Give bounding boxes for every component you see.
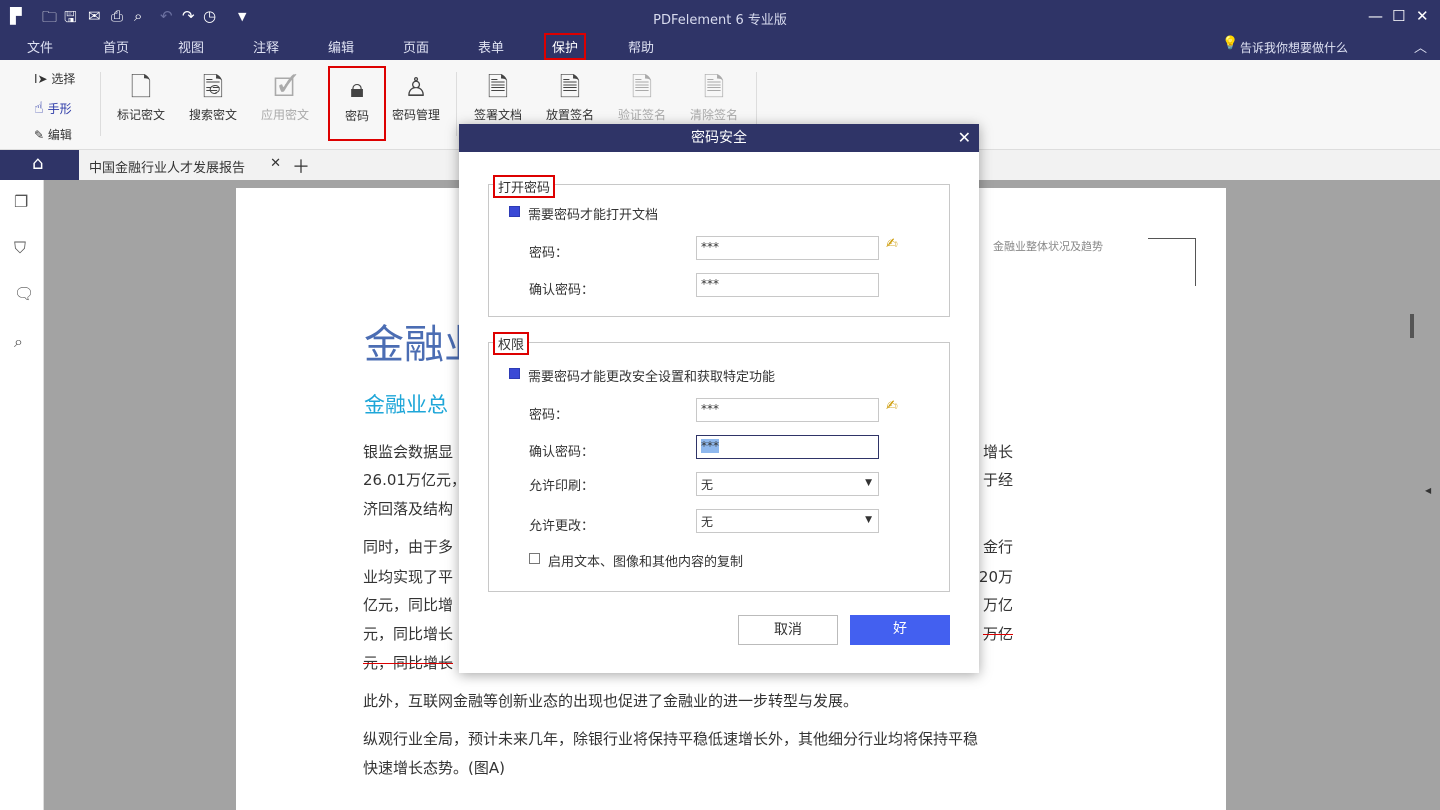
open-password-input[interactable]: ***	[696, 236, 879, 260]
dialog-title: 密码安全	[691, 130, 747, 146]
collapse-right-panel-icon[interactable]: ◀	[1425, 486, 1431, 495]
menu-edit[interactable]: 编辑	[328, 37, 354, 56]
divider	[100, 72, 101, 136]
collapse-ribbon-icon[interactable]: ︿	[1414, 37, 1427, 56]
copy-check-label: 启用文本、图像和其他内容的复制	[548, 551, 743, 570]
perm-password-input[interactable]: ***	[696, 398, 879, 422]
text-line: 快速增长态势。(图A)	[363, 757, 1013, 779]
home-icon[interactable]: ⌂	[32, 153, 43, 174]
title-bar: ▛ 🗀 🖫 ✉ ⎙ ⌕ ↶ ↷ ◷ ▼ PDFelement 6 专业版 — ☐…	[0, 0, 1440, 60]
open-password-checkbox[interactable]	[509, 206, 520, 217]
verify-signature-button[interactable]: 🗎验证签名	[612, 70, 672, 123]
document-icon: 🗋	[111, 70, 171, 106]
menu-page[interactable]: 页面	[403, 37, 429, 56]
print-label: 允许印刷：	[529, 475, 594, 494]
permissions-checkbox[interactable]	[509, 368, 520, 379]
select-icon: I➤	[34, 72, 48, 86]
edit-password-icon[interactable]: ✍	[886, 398, 898, 414]
dropdown-arrow-icon: ▼	[865, 478, 872, 488]
search-icon[interactable]: ⌕	[14, 332, 23, 352]
ok-button[interactable]: 好	[850, 615, 950, 645]
maximize-icon[interactable]: ☐	[1392, 7, 1405, 25]
select-tool[interactable]: I➤ 选择	[34, 70, 75, 87]
open-confirm-input[interactable]: ***	[696, 273, 879, 297]
permissions-legend: 权限	[493, 332, 529, 355]
dialog-header: 密码安全 ✕	[459, 124, 979, 152]
tell-me-search[interactable]: 告诉我你想要做什么	[1240, 39, 1348, 56]
edit-password-icon[interactable]: ✍	[886, 236, 898, 252]
cursor-document-icon: 🗎	[540, 70, 600, 106]
open-password-legend: 打开密码	[493, 175, 555, 198]
perm-password-label: 密码：	[529, 404, 568, 423]
minimize-icon[interactable]: —	[1368, 7, 1383, 25]
check-document-icon: 🗹	[255, 70, 315, 106]
apply-redaction-button[interactable]: 🗹应用密文	[255, 70, 315, 123]
search-document-icon: 🗟	[183, 70, 243, 106]
change-select[interactable]: 无▼	[696, 509, 879, 533]
menu-home[interactable]: 首页	[103, 37, 129, 56]
mark-redaction-button[interactable]: 🗋标记密文	[111, 70, 171, 123]
sign-document-button[interactable]: 🗎签署文档	[468, 70, 528, 123]
open-password-label: 密码：	[529, 242, 568, 261]
menu-protect[interactable]: 保护	[544, 33, 586, 60]
pages-icon[interactable]: ❐	[14, 192, 28, 211]
permissions-check-label: 需要密码才能更改安全设置和获取特定功能	[528, 366, 775, 385]
password-manager-button[interactable]: ♙密码管理	[386, 70, 446, 123]
close-tab-icon[interactable]: ✕	[270, 156, 281, 171]
place-signature-button[interactable]: 🗎放置签名	[540, 70, 600, 123]
lightbulb-icon: 💡	[1222, 36, 1238, 51]
search-redaction-button[interactable]: 🗟搜索密文	[183, 70, 243, 123]
hand-icon: ☝	[34, 98, 44, 117]
eraser-document-icon: 🗎	[684, 70, 744, 106]
cancel-button[interactable]: 取消	[738, 615, 838, 645]
menu-file[interactable]: 文件	[27, 37, 53, 56]
edit-icon: ✎	[34, 128, 44, 142]
text-line: 纵观行业全局，预计未来几年，除银行业将保持平稳低速增长外，其他细分行业均将保持平…	[363, 728, 1013, 750]
edit-tool[interactable]: ✎ 编辑	[34, 126, 72, 143]
menu-view[interactable]: 视图	[178, 37, 204, 56]
page-header: 金融业整体状况及趋势	[993, 238, 1103, 254]
close-icon[interactable]: ✕	[1416, 7, 1429, 25]
document-tab[interactable]: 中国金融行业人才发展报告✕	[79, 150, 289, 180]
verify-document-icon: 🗎	[612, 70, 672, 106]
hand-tool[interactable]: ☝ 手形	[34, 98, 72, 117]
change-label: 允许更改：	[529, 515, 594, 534]
user-lock-icon: ♙	[386, 70, 446, 106]
dropdown-arrow-icon: ▼	[865, 515, 872, 525]
open-password-check-label: 需要密码才能打开文档	[528, 204, 658, 223]
new-tab-icon[interactable]: ＋	[292, 153, 310, 179]
stamp-document-icon: 🗎	[468, 70, 528, 106]
divider	[456, 72, 457, 136]
password-button[interactable]: 🔒︎密码	[328, 66, 386, 141]
menu-comment[interactable]: 注释	[253, 37, 279, 56]
open-confirm-label: 确认密码：	[529, 279, 594, 298]
dialog-close-icon[interactable]: ✕	[958, 124, 971, 152]
header-ornament	[1148, 238, 1196, 286]
menu-help[interactable]: 帮助	[628, 37, 654, 56]
clear-signature-button[interactable]: 🗎清除签名	[684, 70, 744, 123]
perm-confirm-input[interactable]: ***	[696, 435, 879, 459]
print-select[interactable]: 无▼	[696, 472, 879, 496]
perm-confirm-label: 确认密码：	[529, 441, 594, 460]
comment-icon[interactable]: 🗨︎	[14, 284, 34, 303]
copy-checkbox[interactable]	[529, 553, 540, 564]
left-sidebar: ❐ ⛉ 🗨︎ ⌕ ▶	[0, 180, 44, 810]
document-subtitle: 金融业总	[364, 389, 448, 419]
text-line: 此外，互联网金融等创新业态的出现也促进了金融业的进一步转型与发展。	[363, 690, 1013, 712]
app-title: PDFelement 6 专业版	[0, 9, 1440, 28]
menu-form[interactable]: 表单	[478, 37, 504, 56]
lock-icon: 🔒︎	[330, 71, 384, 107]
scrollbar-thumb[interactable]	[1410, 314, 1414, 338]
password-security-dialog: 密码安全 ✕ 打开密码 需要密码才能打开文档 密码： *** ✍ 确认密码： **…	[459, 124, 979, 673]
bookmark-icon[interactable]: ⛉	[14, 238, 26, 258]
